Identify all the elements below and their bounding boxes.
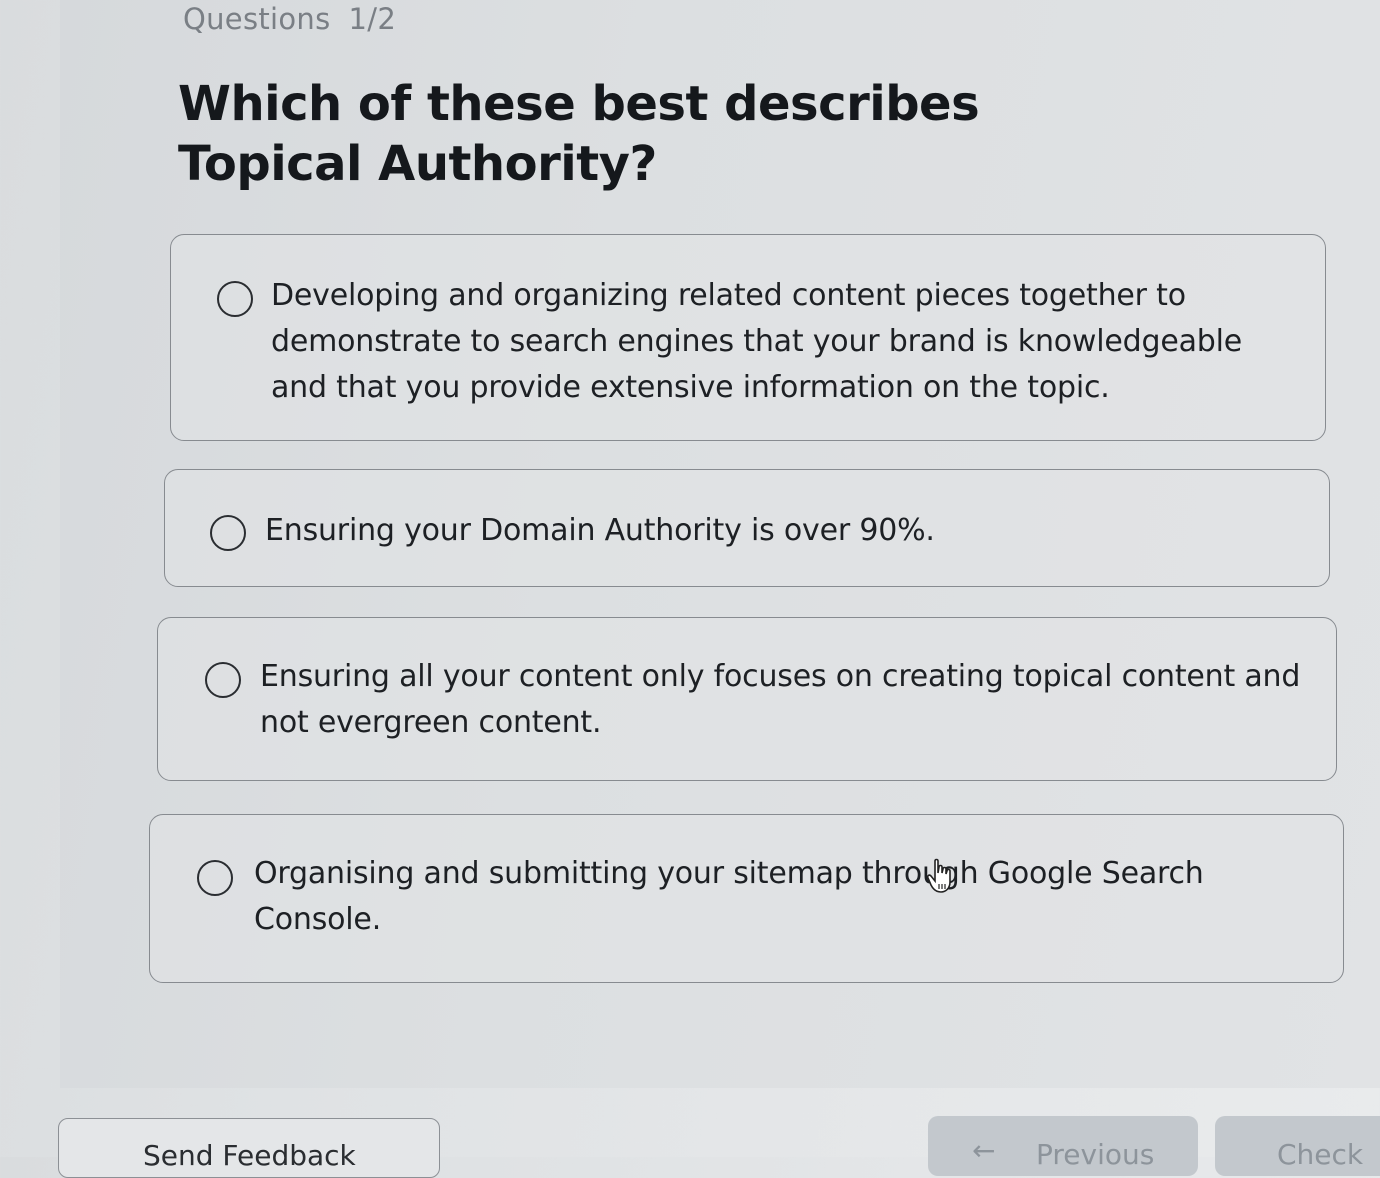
radio-unchecked-icon[interactable] xyxy=(205,662,241,698)
check-label: Check xyxy=(1277,1138,1364,1171)
progress-count: 1/2 xyxy=(348,2,397,36)
previous-button[interactable]: ← Previous xyxy=(928,1116,1198,1176)
hand-pointer-icon xyxy=(926,858,951,893)
progress-label: Questions xyxy=(183,2,331,36)
arrow-left-icon: ← xyxy=(972,1134,996,1167)
answer-option-2[interactable]: Ensuring your Domain Authority is over 9… xyxy=(164,469,1330,587)
previous-label: Previous xyxy=(1036,1138,1155,1171)
radio-unchecked-icon[interactable] xyxy=(197,860,233,896)
answer-option-label: Ensuring all your content only focuses o… xyxy=(260,659,1301,740)
question-title: Which of these best describes Topical Au… xyxy=(178,76,980,192)
answer-option-3[interactable]: Ensuring all your content only focuses o… xyxy=(157,617,1337,781)
answer-option-label: Developing and organizing related conten… xyxy=(271,278,1243,405)
send-feedback-button[interactable]: Send Feedback xyxy=(58,1118,440,1178)
send-feedback-label: Send Feedback xyxy=(143,1139,356,1172)
radio-unchecked-icon[interactable] xyxy=(217,281,253,317)
question-progress: Questions 1/2 xyxy=(183,2,396,36)
answer-option-1[interactable]: Developing and organizing related conten… xyxy=(170,234,1326,441)
answer-option-4[interactable]: Organising and submitting your sitemap t… xyxy=(149,814,1344,983)
answer-option-label: Ensuring your Domain Authority is over 9… xyxy=(265,513,935,548)
radio-unchecked-icon[interactable] xyxy=(210,515,246,551)
check-button[interactable]: Check xyxy=(1215,1116,1380,1176)
answer-option-label: Organising and submitting your sitemap t… xyxy=(254,856,1204,937)
